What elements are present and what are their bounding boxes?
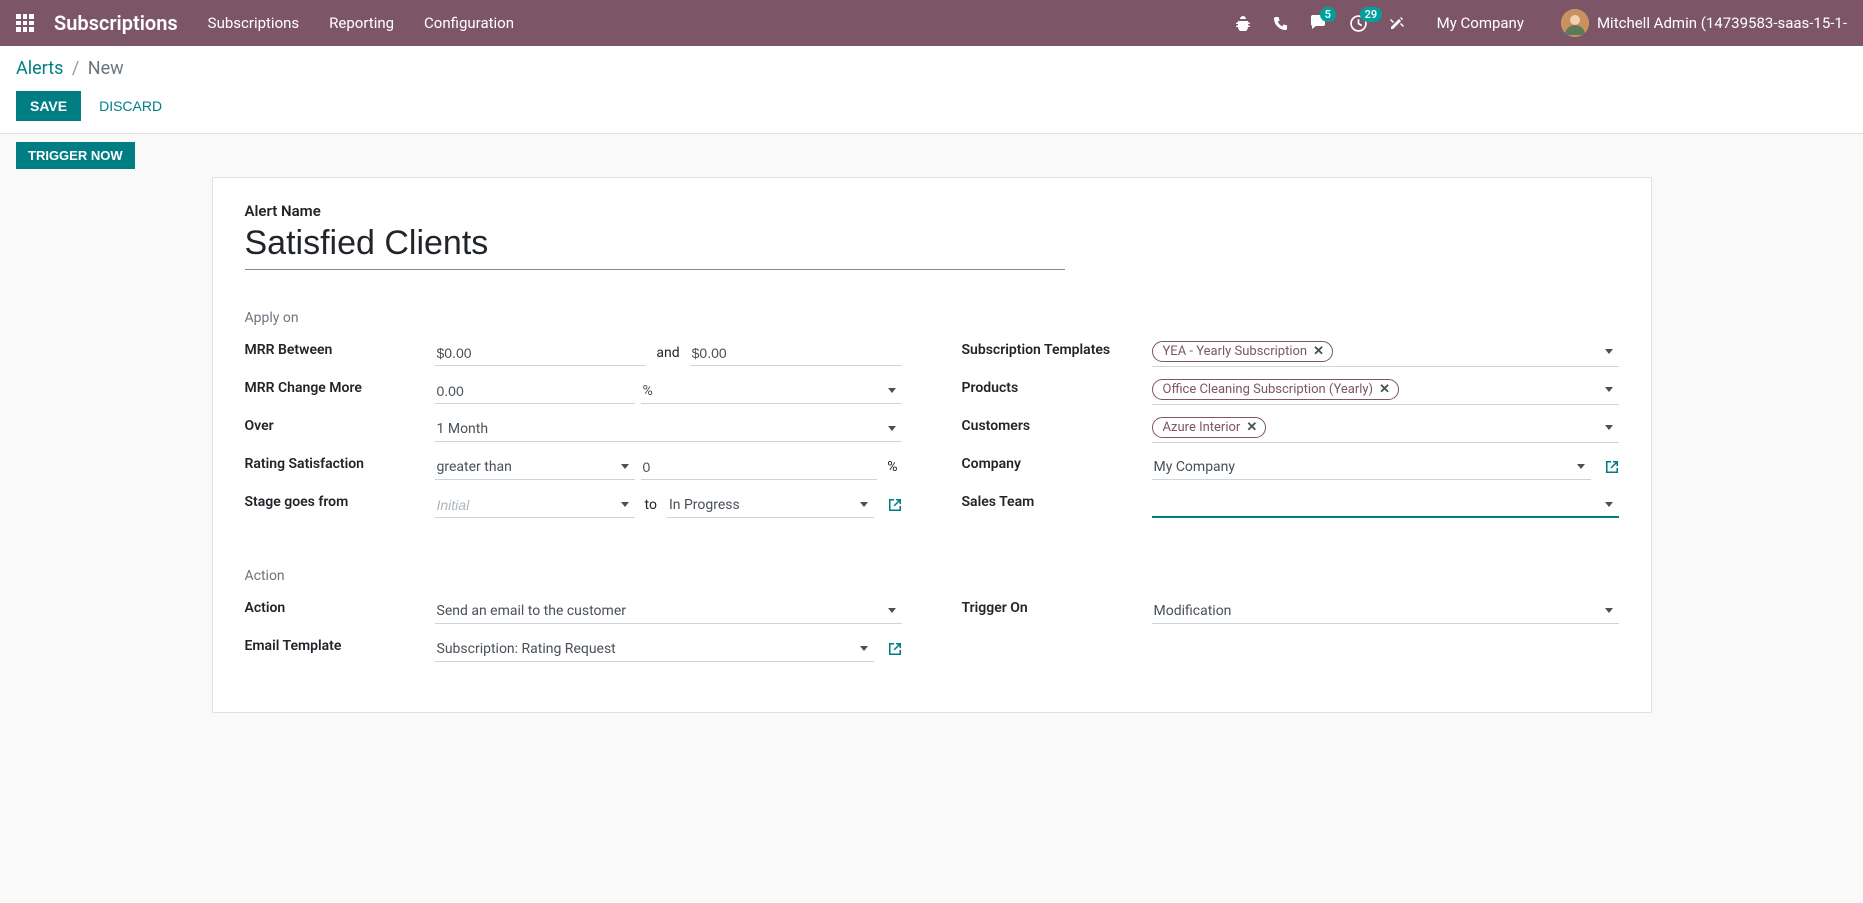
- label-company: Company: [962, 452, 1152, 472]
- rating-op-select[interactable]: greater than: [435, 455, 635, 480]
- nav-subscriptions[interactable]: Subscriptions: [208, 14, 299, 32]
- mrr-to-input[interactable]: [690, 341, 902, 366]
- close-icon[interactable]: ✕: [1246, 420, 1257, 435]
- messages-icon[interactable]: 5: [1310, 15, 1328, 31]
- breadcrumb-current: New: [88, 58, 124, 79]
- caret-down-icon: [1605, 387, 1613, 392]
- customers-field[interactable]: Azure Interior✕: [1152, 415, 1619, 443]
- stage-to-label: to: [641, 497, 661, 513]
- statusbar: TRIGGER NOW: [0, 134, 1863, 177]
- app-brand[interactable]: Subscriptions: [54, 11, 178, 35]
- rating-unit: %: [883, 459, 901, 475]
- caret-down-icon: [1605, 349, 1613, 354]
- external-link-icon[interactable]: [888, 642, 902, 656]
- over-select[interactable]: 1 Month: [435, 417, 902, 442]
- navbar: Subscriptions Subscriptions Reporting Co…: [0, 0, 1863, 46]
- mrr-change-unit-select[interactable]: %: [641, 379, 902, 404]
- user-name: Mitchell Admin (14739583-saas-15-1-: [1597, 14, 1847, 32]
- save-button[interactable]: SAVE: [16, 91, 81, 121]
- form-sheet: Alert Name Apply on MRR Between and MRR …: [212, 177, 1652, 713]
- label-mrr-change: MRR Change More: [245, 376, 435, 396]
- tools-icon[interactable]: [1389, 15, 1405, 31]
- trigger-on-select[interactable]: Modification: [1152, 599, 1619, 624]
- caret-down-icon: [860, 502, 868, 507]
- activities-icon[interactable]: 29: [1350, 15, 1367, 32]
- label-over: Over: [245, 414, 435, 434]
- caret-down-icon: [1605, 502, 1613, 507]
- email-template-select[interactable]: Subscription: Rating Request: [435, 637, 874, 662]
- nav-configuration[interactable]: Configuration: [424, 14, 514, 32]
- label-sales-team: Sales Team: [962, 490, 1152, 510]
- label-customers: Customers: [962, 414, 1152, 434]
- control-panel: Alerts / New SAVE DISCARD: [0, 46, 1863, 133]
- products-field[interactable]: Office Cleaning Subscription (Yearly)✕: [1152, 377, 1619, 405]
- sales-team-select[interactable]: [1152, 492, 1619, 518]
- mrr-and-label: and: [652, 345, 683, 361]
- alert-name-input[interactable]: [245, 222, 1065, 270]
- caret-down-icon: [888, 426, 896, 431]
- rating-value-input[interactable]: [641, 455, 878, 480]
- messages-badge: 5: [1320, 7, 1336, 22]
- alert-name-label: Alert Name: [245, 202, 1619, 220]
- sub-templates-field[interactable]: YEA - Yearly Subscription✕: [1152, 339, 1619, 367]
- nav-links: Subscriptions Reporting Configuration: [208, 14, 514, 32]
- section-action: Action: [245, 568, 1619, 584]
- label-action: Action: [245, 596, 435, 616]
- label-rating: Rating Satisfaction: [245, 452, 435, 472]
- close-icon[interactable]: ✕: [1313, 344, 1324, 359]
- company-select[interactable]: My Company: [1152, 455, 1591, 480]
- tag-sub-template: YEA - Yearly Subscription✕: [1152, 341, 1334, 362]
- user-menu[interactable]: Mitchell Admin (14739583-saas-15-1-: [1561, 9, 1847, 37]
- label-products: Products: [962, 376, 1152, 396]
- label-sub-templates: Subscription Templates: [962, 338, 1152, 358]
- external-link-icon[interactable]: [888, 498, 902, 512]
- label-email-template: Email Template: [245, 634, 435, 654]
- bug-icon[interactable]: [1235, 15, 1251, 31]
- nav-reporting[interactable]: Reporting: [329, 14, 394, 32]
- tag-customer: Azure Interior✕: [1152, 417, 1267, 438]
- stage-to-select[interactable]: In Progress: [667, 493, 874, 518]
- label-mrr-between: MRR Between: [245, 338, 435, 358]
- mrr-from-input[interactable]: [435, 341, 647, 366]
- mrr-change-input[interactable]: [435, 379, 635, 404]
- caret-down-icon: [1577, 464, 1585, 469]
- apps-menu-icon[interactable]: [16, 14, 34, 32]
- caret-down-icon: [1605, 425, 1613, 430]
- close-icon[interactable]: ✕: [1379, 382, 1390, 397]
- phone-icon[interactable]: [1273, 16, 1288, 31]
- action-select[interactable]: Send an email to the customer: [435, 599, 902, 624]
- breadcrumb: Alerts / New: [16, 58, 1847, 79]
- label-trigger-on: Trigger On: [962, 596, 1152, 616]
- section-apply-on: Apply on: [245, 310, 1619, 326]
- avatar: [1561, 9, 1589, 37]
- caret-down-icon: [1605, 608, 1613, 613]
- sales-team-input[interactable]: [1152, 492, 1605, 516]
- label-stage: Stage goes from: [245, 490, 435, 510]
- company-selector[interactable]: My Company: [1437, 14, 1524, 32]
- navbar-right: 5 29 My Company Mitchell Admin (14739583…: [1235, 9, 1847, 37]
- trigger-now-button[interactable]: TRIGGER NOW: [16, 142, 135, 169]
- caret-down-icon: [888, 608, 896, 613]
- tag-product: Office Cleaning Subscription (Yearly)✕: [1152, 379, 1400, 400]
- discard-button[interactable]: DISCARD: [85, 91, 176, 121]
- stage-from-select[interactable]: [435, 493, 635, 518]
- caret-down-icon: [621, 464, 629, 469]
- caret-down-icon: [621, 502, 629, 507]
- caret-down-icon: [860, 646, 868, 651]
- caret-down-icon: [888, 388, 896, 393]
- breadcrumb-parent[interactable]: Alerts: [16, 58, 63, 79]
- activities-badge: 29: [1360, 7, 1383, 22]
- external-link-icon[interactable]: [1605, 460, 1619, 474]
- breadcrumb-sep: /: [72, 58, 79, 79]
